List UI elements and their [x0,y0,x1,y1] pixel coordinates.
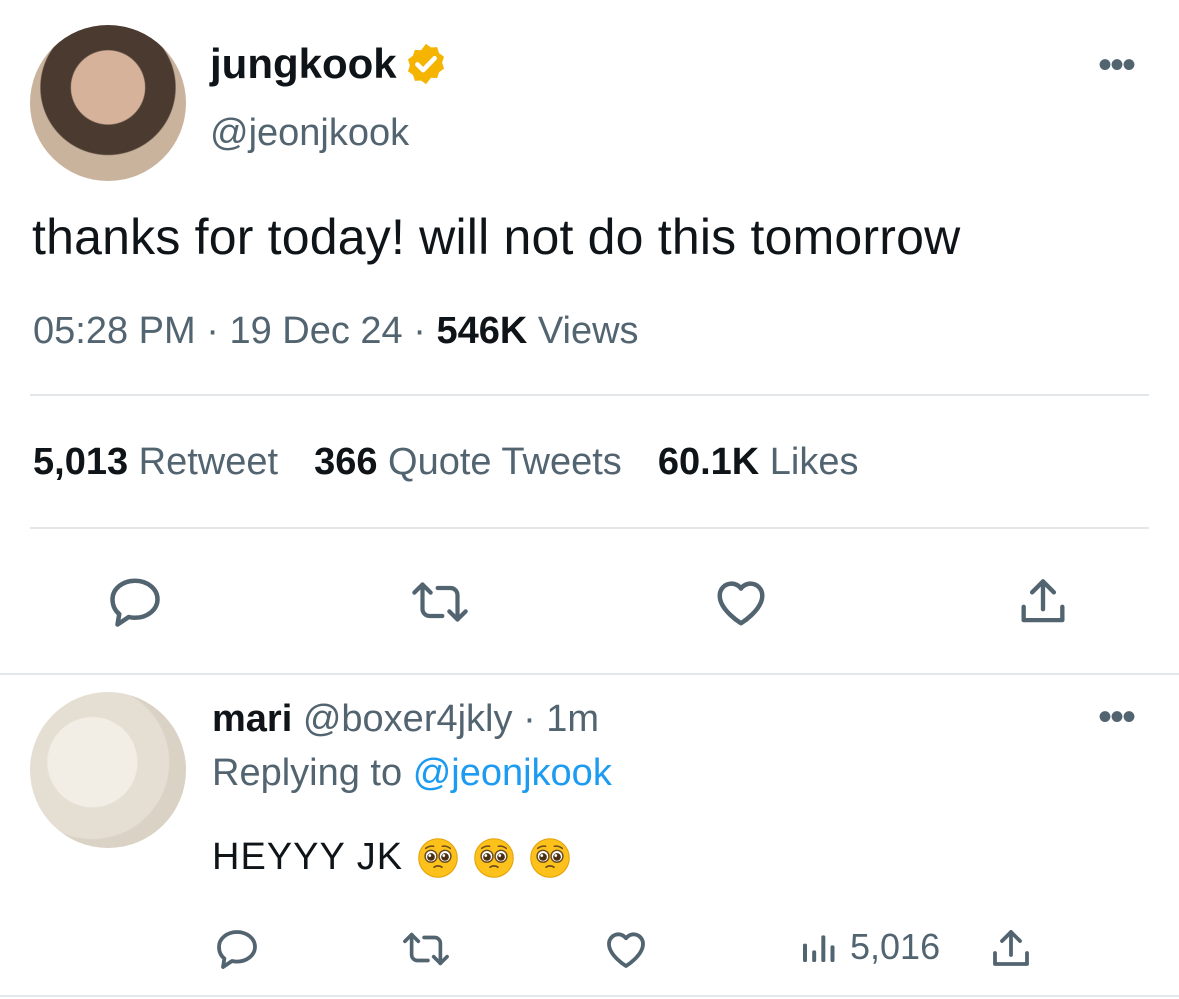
quotes-stat[interactable]: 366 Quote Tweets [314,441,622,483]
retweets-stat[interactable]: 5,013 Retweet [33,441,278,483]
reply-author-avatar[interactable] [30,692,186,848]
author-avatar[interactable] [30,25,186,181]
tweet-time[interactable]: 05:28 PM [33,310,196,352]
pleading-face-emoji [530,837,570,878]
reply-handle[interactable]: @boxer4jkly [303,698,513,740]
retweet-icon[interactable] [400,926,452,972]
like-icon[interactable] [601,925,651,973]
replying-prefix: Replying to [212,752,403,794]
replying-handle-link[interactable]: @jeonjkook [413,752,612,794]
verified-badge-icon [407,43,444,85]
likes-stat[interactable]: 60.1K Likes [658,441,859,483]
reply-views[interactable]: 5,016 [798,926,940,968]
reply-header: mari @boxer4jkly · 1m [212,698,599,741]
views-icon [803,935,835,962]
more-icon[interactable]: ••• [1098,697,1136,737]
author-display-name[interactable]: jungkook [210,40,397,88]
views-count: 546K [436,310,528,352]
more-icon[interactable]: ••• [1098,45,1136,85]
meta-separator: · [413,310,426,352]
reply-separator: · [523,698,536,740]
meta-separator: · [206,310,219,352]
reply-time[interactable]: 1m [546,698,599,740]
reply-display-name[interactable]: mari [212,698,292,740]
pleading-face-emoji [418,837,458,878]
reply-emojis [417,837,571,879]
tweet-stats: 5,013 Retweet 366 Quote Tweets 60.1K Likes [33,441,859,484]
reply-text: HEYYY JK [212,836,571,879]
likes-label: Likes [769,441,859,483]
tweet-date[interactable]: 19 Dec 24 [229,310,402,352]
tweet-meta: 05:28 PM · 19 Dec 24 · 546K Views [33,310,639,353]
reply-icon[interactable] [213,925,261,973]
views-label: Views [537,310,639,352]
pleading-face-emoji [474,837,514,878]
divider [30,394,1149,396]
tweet-text: thanks for today! will not do this tomor… [32,209,961,265]
retweets-label: Retweet [138,441,279,483]
retweets-count: 5,013 [33,441,129,483]
section-divider [0,673,1179,675]
divider [30,527,1149,529]
author-name-row[interactable]: jungkook [210,40,449,88]
reply-text-content: HEYYY JK [212,836,404,878]
likes-count: 60.1K [657,441,760,483]
quotes-label: Quote Tweets [388,441,622,483]
like-icon[interactable] [710,572,772,632]
replying-to: Replying to @jeonjkook [212,752,612,795]
reply-views-count: 5,016 [850,926,941,967]
retweet-icon[interactable] [409,574,471,630]
section-divider [0,995,1179,997]
reply-icon[interactable] [105,572,165,632]
author-handle[interactable]: @jeonjkook [210,112,409,155]
share-icon[interactable] [987,925,1035,973]
share-icon[interactable] [1014,572,1072,632]
quotes-count: 366 [314,441,378,483]
